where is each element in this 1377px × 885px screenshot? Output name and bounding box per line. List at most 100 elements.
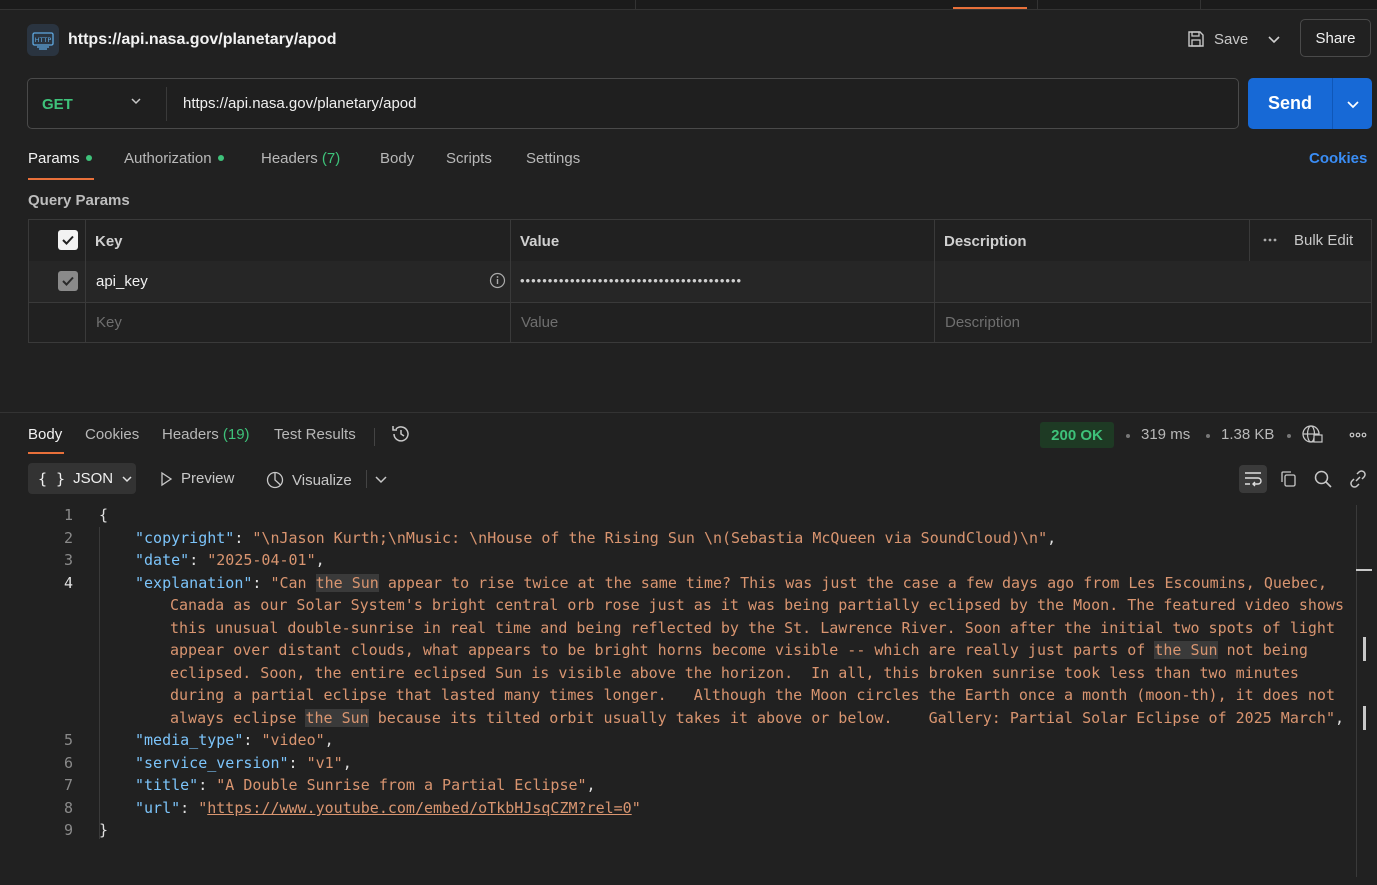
- braces-icon: { }: [38, 469, 66, 488]
- more-options-icon[interactable]: [1348, 428, 1368, 446]
- tab-response-cookies[interactable]: Cookies: [85, 426, 139, 443]
- params-active-dot: [85, 155, 92, 162]
- save-icon: [1188, 31, 1204, 47]
- tab-response-headers[interactable]: Headers (19): [162, 426, 250, 443]
- chevron-down-icon: [1268, 36, 1280, 44]
- tab-response-body[interactable]: Body: [28, 426, 62, 443]
- response-tabs: Body Cookies Headers (19) Test Results 2…: [0, 420, 1377, 454]
- preview-button[interactable]: Preview: [158, 470, 234, 487]
- tab-authorization-label: Authorization: [124, 150, 212, 167]
- json-string: "\nJason Kurth;\nMusic: \nHouse of the R…: [252, 529, 1048, 547]
- editor-scrollbar[interactable]: [1356, 505, 1357, 877]
- new-key-input[interactable]: Key: [96, 314, 122, 331]
- column-divider: [1249, 220, 1250, 261]
- response-size[interactable]: 1.38 KB: [1221, 426, 1274, 443]
- query-params-heading: Query Params: [28, 192, 130, 209]
- save-button[interactable]: Save: [1186, 26, 1248, 52]
- tab-settings[interactable]: Settings: [526, 150, 580, 167]
- copy-icon[interactable]: [1274, 465, 1302, 493]
- tab-params[interactable]: Params: [28, 150, 92, 167]
- line-number: 2: [63, 529, 73, 547]
- row-checkbox[interactable]: [58, 271, 78, 291]
- http-icon: HTTP: [27, 24, 59, 56]
- search-highlight: the Sun: [315, 574, 379, 592]
- link-icon[interactable]: [1344, 465, 1372, 493]
- search-highlight: the Sun: [1154, 641, 1218, 659]
- divider: [374, 428, 375, 446]
- select-all-checkbox[interactable]: [58, 230, 78, 250]
- line-number: 7: [63, 776, 73, 794]
- tab-authorization[interactable]: Authorization: [124, 150, 224, 167]
- cookies-link[interactable]: Cookies: [1309, 150, 1367, 167]
- divider: [366, 470, 367, 488]
- tab-body[interactable]: Body: [380, 150, 414, 167]
- new-description-input[interactable]: Description: [945, 314, 1020, 331]
- format-label: JSON: [73, 470, 114, 487]
- bulk-edit-button[interactable]: Bulk Edit: [1294, 232, 1353, 249]
- new-value-input[interactable]: Value: [521, 314, 558, 331]
- visualize-options-chevron-icon[interactable]: [374, 472, 388, 491]
- url-bar: GET https://api.nasa.gov/planetary/apod: [27, 78, 1239, 129]
- line-number: 4: [63, 574, 73, 592]
- json-string: always eclipse the Sun because its tilte…: [170, 709, 1335, 727]
- preview-label: Preview: [181, 470, 235, 487]
- request-tabs: Params Authorization Headers (7) Body Sc…: [0, 146, 1377, 180]
- json-url-link[interactable]: https://www.youtube.com/embed/oTkbHJsqCZ…: [207, 799, 631, 817]
- separator-dot: [1287, 434, 1291, 438]
- line-number: 1: [63, 506, 73, 524]
- response-body-editor[interactable]: 1 2 3 4 5 6 7 8 9 { "copyright": "\nJaso…: [0, 503, 1377, 885]
- param-value[interactable]: ••••••••••••••••••••••••••••••••••••••••: [520, 273, 742, 288]
- json-string-wrap: during a partial eclipse that lasted man…: [170, 686, 1335, 704]
- save-options-button[interactable]: [1262, 27, 1286, 51]
- request-title[interactable]: https://api.nasa.gov/planetary/apod: [68, 31, 337, 49]
- tab-scripts[interactable]: Scripts: [446, 150, 492, 167]
- active-tab-underline: [28, 178, 94, 180]
- separator-dot: [1126, 434, 1130, 438]
- scrollbar-thumb[interactable]: [1356, 569, 1372, 571]
- network-globe-icon[interactable]: [1301, 423, 1323, 450]
- chevron-down-icon[interactable]: [128, 93, 144, 114]
- json-line-date: "date": "2025-04-01",: [135, 551, 325, 569]
- line-number: 5: [63, 731, 73, 749]
- json-line-url: "url": "https://www.youtube.com/embed/oT…: [135, 799, 641, 817]
- status-badge[interactable]: 200 OK: [1040, 422, 1114, 448]
- param-key[interactable]: api_key: [96, 273, 148, 290]
- url-input[interactable]: https://api.nasa.gov/planetary/apod: [183, 95, 417, 112]
- line-number: 8: [63, 799, 73, 817]
- format-select[interactable]: { } JSON: [28, 463, 136, 494]
- response-headers-count: (19): [222, 426, 250, 443]
- json-key: "date": [135, 551, 190, 569]
- wrap-lines-icon[interactable]: [1239, 465, 1267, 493]
- active-tab-underline: [28, 452, 64, 454]
- indent-guide: [99, 527, 100, 839]
- search-icon[interactable]: [1309, 465, 1337, 493]
- tab-test-results[interactable]: Test Results: [274, 426, 356, 443]
- table-row: Key Value Description: [29, 302, 1371, 343]
- json-line-service-version: "service_version": "v1",: [135, 754, 352, 772]
- share-button[interactable]: Share: [1300, 19, 1371, 57]
- pane-divider[interactable]: [0, 412, 1377, 413]
- visualize-button[interactable]: Visualize: [265, 470, 352, 490]
- send-button-group: Send: [1248, 78, 1372, 129]
- divider: [166, 87, 167, 121]
- json-close-brace: }: [99, 821, 109, 839]
- json-string-wrap-last: always eclipse the Sun because its tilte…: [170, 709, 1345, 727]
- column-header-description: Description: [944, 233, 1027, 250]
- active-tab-indicator: [953, 7, 1027, 9]
- history-icon[interactable]: [390, 423, 412, 450]
- info-icon[interactable]: [489, 272, 506, 293]
- visualize-icon: [266, 471, 284, 489]
- json-string-wrap: this unusual double-sunrise in real time…: [170, 619, 1335, 637]
- method-select[interactable]: GET: [42, 96, 73, 113]
- send-button[interactable]: Send: [1248, 78, 1332, 129]
- tab-response-headers-label: Headers: [162, 426, 219, 443]
- json-line-media-type: "media_type": "video",: [135, 731, 334, 749]
- query-params-table: Key Value Description Bulk Edit api_key …: [28, 219, 1372, 343]
- response-time[interactable]: 319 ms: [1141, 426, 1190, 443]
- tab-headers[interactable]: Headers (7): [261, 150, 340, 167]
- more-options-icon[interactable]: [1262, 232, 1278, 249]
- tab-separator: [635, 0, 636, 9]
- tab-separator: [1200, 0, 1201, 9]
- visualize-label: Visualize: [292, 471, 352, 489]
- send-options-button[interactable]: [1334, 78, 1372, 129]
